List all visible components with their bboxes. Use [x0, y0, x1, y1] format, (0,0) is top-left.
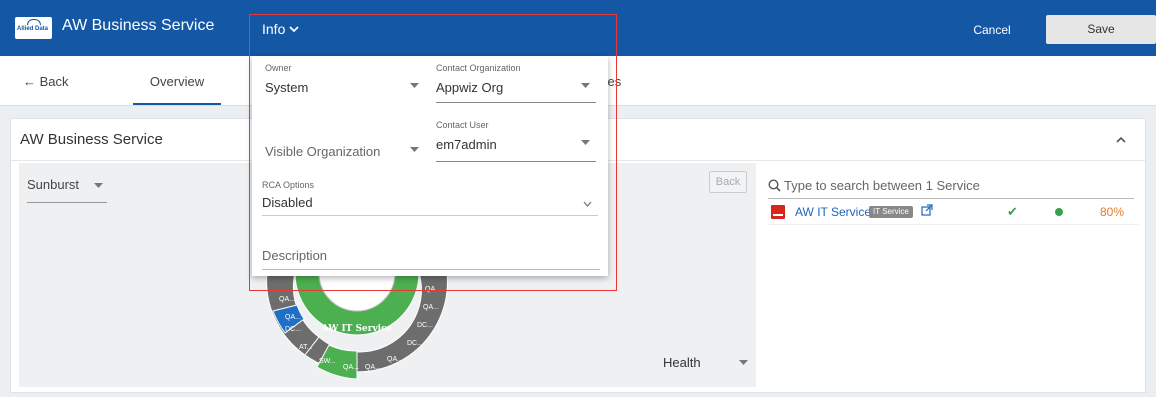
chevron-down-icon	[583, 201, 592, 207]
sunburst-segment-label: AT...	[299, 344, 313, 351]
sunburst-segment-label: QA...	[365, 364, 381, 371]
cancel-button[interactable]: Cancel	[952, 16, 1032, 44]
sunburst-segment-label: SW...	[319, 358, 336, 365]
caret-down-icon	[410, 147, 419, 152]
contact-user-label: Contact User	[436, 120, 489, 130]
description-field[interactable]: Description	[262, 232, 600, 270]
contact-organization-select[interactable]: Contact Organization Appwiz Org	[436, 63, 596, 103]
caret-down-icon	[410, 83, 419, 88]
save-button[interactable]: Save	[1046, 15, 1156, 44]
service-name-link[interactable]: AW IT Service	[795, 205, 871, 219]
sunburst-segment-label: QA...	[387, 356, 403, 363]
tab-overview[interactable]: Overview	[133, 74, 221, 89]
sunburst-segment-label: QA...	[425, 286, 441, 293]
app-title: AW Business Service	[62, 17, 215, 34]
service-list-panel: Type to search between 1 Service AW IT S…	[765, 163, 1143, 387]
field-underline	[436, 161, 596, 162]
view-select-value: Sunburst	[27, 177, 80, 192]
field-underline	[262, 215, 598, 216]
sunburst-segment-label: DC...	[417, 322, 433, 329]
top-bar: Allied Data AW Business Service Info Can…	[0, 0, 1156, 56]
service-type-badge: IT Service	[869, 206, 913, 218]
sunburst-segment-label: DC...	[285, 326, 301, 333]
availability-percent: 80%	[1100, 205, 1125, 219]
sunburst-segment-label: QA...	[343, 364, 359, 371]
allied-data-logo: Allied Data	[15, 17, 52, 39]
sunburst-center-label: AW IT Service	[321, 324, 393, 334]
chevron-up-icon[interactable]	[1115, 134, 1127, 146]
rca-options-label: RCA Options	[262, 180, 315, 190]
check-icon: ✔	[1007, 204, 1018, 219]
search-placeholder: Type to search between 1 Service	[784, 178, 980, 193]
service-search[interactable]: Type to search between 1 Service	[768, 175, 1134, 199]
caret-down-icon	[739, 360, 748, 365]
rca-options-select[interactable]: RCA Options Disabled	[262, 180, 598, 216]
external-link-icon[interactable]	[921, 204, 933, 216]
logo-arc-icon	[27, 19, 41, 25]
health-status-dot-icon	[1055, 208, 1063, 216]
contact-user-value: em7admin	[436, 137, 497, 152]
logo-text: Allied Data	[17, 26, 49, 32]
sunburst-segment-label: QA...	[285, 314, 301, 321]
caret-down-icon	[581, 83, 590, 88]
caret-down-icon	[581, 140, 590, 145]
caret-down-icon	[94, 183, 103, 188]
card-title: AW Business Service	[20, 131, 163, 148]
back-link[interactable]: ← Back	[23, 74, 69, 89]
sunburst-segment-label: QA...	[423, 304, 439, 311]
sunburst-segment-label: QA...	[279, 296, 295, 303]
service-type-icon	[771, 205, 785, 219]
contact-organization-label: Contact Organization	[436, 63, 521, 73]
chevron-down-icon	[289, 26, 299, 33]
rca-options-value: Disabled	[262, 195, 313, 210]
active-tab-indicator	[133, 103, 221, 105]
visible-organization-select[interactable]: Visible Organization	[265, 120, 425, 162]
owner-label: Owner	[265, 63, 292, 73]
info-menu-label: Info	[262, 21, 286, 37]
view-select[interactable]: Sunburst	[27, 177, 107, 203]
color-by-select-value: Health	[663, 355, 701, 370]
contact-user-select[interactable]: Contact User em7admin	[436, 120, 596, 162]
color-by-select[interactable]: Health	[663, 355, 753, 379]
visible-organization-placeholder: Visible Organization	[265, 144, 381, 159]
sunburst-segment-label: DC...	[407, 340, 423, 347]
description-placeholder: Description	[262, 248, 328, 263]
field-underline	[262, 269, 600, 270]
search-icon	[768, 179, 781, 192]
sunburst-back-button[interactable]: Back	[709, 171, 747, 193]
info-menu-toggle[interactable]: Info	[262, 21, 299, 37]
info-popup: Owner System Contact Organization Appwiz…	[252, 56, 608, 276]
contact-organization-value: Appwiz Org	[436, 80, 504, 95]
sunburst-chart[interactable]: AW IT Service QA... QA... DC... AT... SW…	[257, 271, 457, 387]
service-row[interactable]: AW IT Service IT Service ✔ 80%	[769, 203, 1139, 225]
owner-value: System	[265, 80, 309, 95]
field-underline	[436, 102, 596, 103]
owner-select[interactable]: Owner System	[265, 63, 425, 103]
